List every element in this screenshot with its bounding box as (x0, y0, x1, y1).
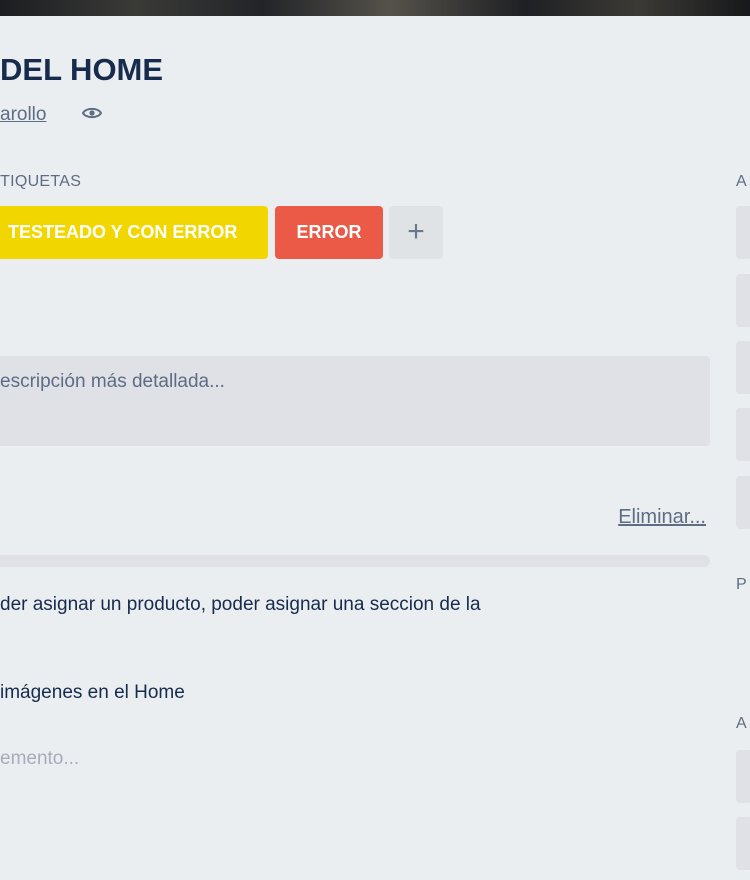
sidebar-button[interactable] (736, 341, 750, 394)
sidebar-button[interactable] (736, 476, 750, 529)
description-placeholder: escripción más detallada... (0, 371, 225, 392)
description-field[interactable]: escripción más detallada... (0, 356, 710, 446)
label-error[interactable]: ERROR (275, 206, 383, 259)
list-name-link[interactable]: arollo (0, 104, 46, 125)
card-list-reference: arollo (0, 104, 46, 126)
sidebar-heading-actions: A (736, 715, 747, 732)
labels-heading: TIQUETAS (0, 173, 82, 190)
label-testeado-con-error[interactable]: TESTEADO Y CON ERROR (0, 206, 268, 259)
sidebar-heading-add: A (736, 173, 747, 190)
add-item-input[interactable]: emento... (0, 748, 79, 770)
sidebar-heading-powerups: P (736, 576, 747, 593)
card-cover-image (0, 0, 750, 16)
sidebar-button[interactable] (736, 274, 750, 327)
checklist-item-text[interactable]: der asignar un producto, poder asignar u… (0, 594, 481, 616)
eye-icon[interactable] (82, 106, 102, 120)
add-label-button[interactable]: + (389, 206, 443, 259)
checklist-progress-bar (0, 555, 710, 567)
checklist-item-text[interactable]: imágenes en el Home (0, 682, 185, 704)
sidebar-button[interactable] (736, 817, 750, 870)
sidebar-button[interactable] (736, 750, 750, 803)
card-title[interactable]: DEL HOME (0, 52, 163, 88)
sidebar-button[interactable] (736, 408, 750, 461)
sidebar-button[interactable] (736, 206, 750, 259)
delete-checklist-link[interactable]: Eliminar... (618, 506, 706, 529)
